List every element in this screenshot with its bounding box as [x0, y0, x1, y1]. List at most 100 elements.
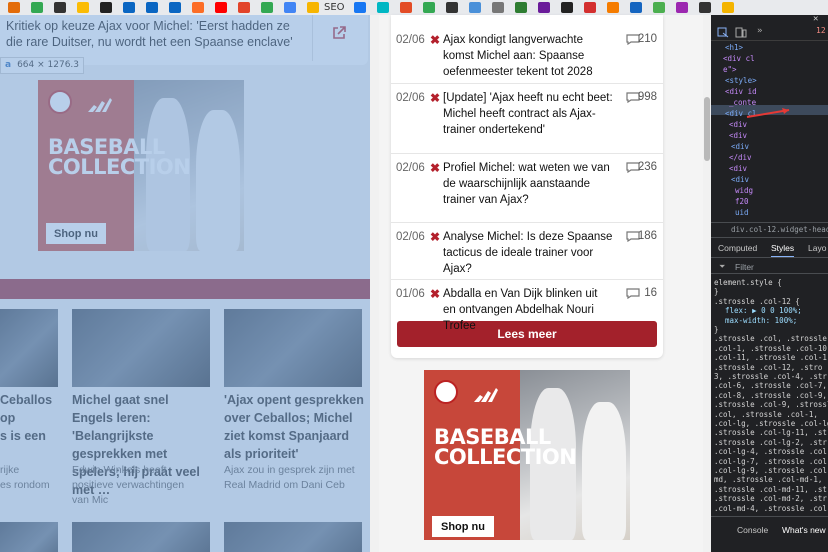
css-rule-line[interactable]: .col-lg-4, .strossle .col [714, 447, 827, 456]
page-scrollbar[interactable] [703, 15, 711, 552]
inspect-element-icon[interactable] [717, 27, 729, 38]
bookmark-icon[interactable] [53, 2, 66, 13]
news-thumbnail[interactable] [0, 522, 58, 552]
bookmark-icon[interactable] [607, 2, 620, 13]
advertisement-banner[interactable]: BASEBALL COLLECTION Shop nu [38, 80, 244, 251]
bookmark-icon[interactable] [676, 2, 689, 13]
bookmark-icon[interactable] [538, 2, 551, 13]
bookmark-icon[interactable] [515, 2, 528, 13]
bookmark-icon[interactable] [145, 2, 158, 13]
news-title-partial[interactable]: Ceballos op s is een [0, 391, 60, 445]
css-rule-line[interactable]: md, .strossle .col-md-1, [714, 475, 822, 484]
devtools-close-icon[interactable]: ✕ [813, 15, 818, 24]
bookmark-icon[interactable] [30, 2, 43, 13]
css-rule-line[interactable]: .col-11, .strossle .col-1 [714, 353, 827, 362]
bookmark-icon[interactable] [423, 2, 436, 13]
bookmark-icon[interactable] [354, 2, 367, 13]
css-rule-line[interactable]: .col-8, .strossle .col-9, [714, 391, 827, 400]
dom-tree-node[interactable]: widg [735, 186, 753, 195]
dom-tree-node[interactable]: _conte [729, 98, 756, 107]
css-rule-line[interactable]: } [714, 325, 719, 334]
news-thumbnail[interactable] [72, 309, 210, 387]
dom-tree-node[interactable]: </div [729, 153, 752, 162]
device-toolbar-icon[interactable] [735, 27, 747, 38]
advertisement-banner[interactable]: BASEBALL COLLECTION Shop nu [424, 370, 630, 540]
tab-styles[interactable]: Styles [771, 243, 795, 258]
styles-filter-input[interactable]: Filter [735, 262, 754, 272]
list-item[interactable]: 02/06 ✖ Analyse Michel: Is deze Spaanse ta… [391, 223, 663, 280]
item-title[interactable]: [Update] 'Ajax heeft nu echt beet: Miche… [443, 90, 613, 138]
dom-tree-node[interactable]: e"> [723, 65, 737, 74]
bookmark-icon[interactable] [122, 2, 135, 13]
css-rule-line[interactable]: .strossle .col-lg-11, .st [714, 428, 827, 437]
dom-tree-node[interactable]: <style> [725, 76, 757, 85]
bookmark-icon[interactable] [722, 2, 735, 13]
list-item[interactable]: 02/06 ✖ Profiel Michel: wat weten we van d… [391, 154, 663, 223]
bookmark-icon[interactable] [306, 2, 319, 13]
bookmark-icon[interactable] [400, 2, 413, 13]
breadcrumb[interactable]: div.col-12.widget-header- [731, 225, 828, 234]
item-title[interactable]: Ajax kondigt langverwachte komst Michel … [443, 32, 613, 80]
css-rule-line[interactable]: .strossle .col, .strossle [714, 334, 827, 343]
dom-tree-node[interactable]: <div [729, 120, 747, 129]
bookmark-icon[interactable] [260, 2, 273, 13]
external-link-icon[interactable] [331, 25, 347, 41]
more-tabs-chevron-icon[interactable]: » [757, 26, 762, 36]
scrollbar-thumb[interactable] [704, 97, 710, 161]
css-rule-line[interactable]: flex: ▶ 0 0 100%; [725, 306, 802, 315]
news-thumbnail[interactable] [72, 522, 210, 552]
news-thumbnail[interactable] [224, 309, 362, 387]
bookmark-icon[interactable] [168, 2, 181, 13]
news-title[interactable]: 'Ajax opent gesprekken over Ceballos; Mi… [224, 391, 369, 463]
css-rule-line[interactable]: max-width: 100%; [725, 316, 797, 325]
bookmark-icon[interactable] [214, 2, 227, 13]
css-rule-line[interactable]: .strossle .col-md-2, .str [714, 494, 827, 503]
dom-tree-node[interactable]: <div [729, 131, 747, 140]
css-rule-line[interactable]: .col-6, .strossle .col-7, [714, 381, 827, 390]
bookmark-icon[interactable] [7, 2, 20, 13]
news-thumbnail[interactable] [224, 522, 362, 552]
css-rule-line[interactable]: } [714, 287, 719, 296]
bookmark-icon[interactable] [630, 2, 643, 13]
bookmark-icon[interactable] [191, 2, 204, 13]
list-item[interactable]: 01/06 ✖ Abdalla en Van Dijk blinken uit en… [391, 280, 663, 332]
css-rule-line[interactable]: 3, .strossle .col-4, .str [714, 372, 827, 381]
bookmark-icon[interactable] [283, 2, 296, 13]
bookmark-seo-label[interactable]: SEO [324, 2, 345, 13]
item-title[interactable]: Analyse Michel: Is deze Spaanse tacticus… [443, 229, 613, 277]
news-thumbnail[interactable] [0, 309, 58, 387]
dom-tree-node[interactable]: <div [731, 175, 749, 184]
css-rule-line[interactable]: .strossle .col-md-11, .st [714, 485, 827, 494]
bookmark-icon[interactable] [377, 2, 390, 13]
bookmark-icon[interactable] [653, 2, 666, 13]
dom-tree-node[interactable]: <h1> [725, 43, 743, 52]
tab-computed[interactable]: Computed [718, 243, 757, 253]
bookmark-icon[interactable] [446, 2, 459, 13]
css-rule-line[interactable]: .strossle .col-12 { [714, 297, 800, 306]
css-rule-line[interactable]: .col, .strossle .col-1, [714, 410, 818, 419]
panel-separator[interactable] [711, 222, 828, 223]
bookmark-icon[interactable] [584, 2, 597, 13]
dom-tree-node[interactable]: <div cl [723, 54, 755, 63]
css-rule-line[interactable]: .strossle .col-lg-2, .str [714, 438, 827, 447]
item-title[interactable]: Profiel Michel: wat weten we van de waar… [443, 160, 613, 208]
tab-console[interactable]: Console [737, 525, 768, 535]
css-rule-line[interactable]: .strossle .col-9, .strossle [714, 400, 828, 409]
tab-whats-new[interactable]: What's new [782, 525, 826, 535]
top-article-title[interactable]: Kritiek op keuze Ajax voor Michel: 'Eers… [6, 18, 296, 50]
dom-tree-node[interactable]: f20 [735, 197, 749, 206]
css-rule-line[interactable]: .col-md-4, .strossle .col [714, 504, 827, 513]
list-item[interactable]: 02/06 ✖ Ajax kondigt langverwachte komst M… [391, 26, 663, 84]
css-rule-line[interactable]: .col-lg-9, .strossle .col [714, 466, 827, 475]
css-rule-line[interactable]: .strossle .col-12, .stro [714, 363, 822, 372]
dom-tree-node[interactable]: uid [735, 208, 749, 217]
list-item[interactable]: 02/06 ✖ [Update] 'Ajax heeft nu echt beet:… [391, 84, 663, 154]
dom-tree-node[interactable]: <div [729, 164, 747, 173]
bookmark-icon[interactable] [99, 2, 112, 13]
bookmark-icon[interactable] [699, 2, 712, 13]
bookmark-icon[interactable] [561, 2, 574, 13]
css-rule-line[interactable]: .col-1, .strossle .col-10 [714, 344, 827, 353]
tab-layout[interactable]: Layo [808, 243, 826, 253]
item-title[interactable]: Abdalla en Van Dijk blinken uit en ontva… [443, 286, 613, 334]
bookmark-icon[interactable] [492, 2, 505, 13]
